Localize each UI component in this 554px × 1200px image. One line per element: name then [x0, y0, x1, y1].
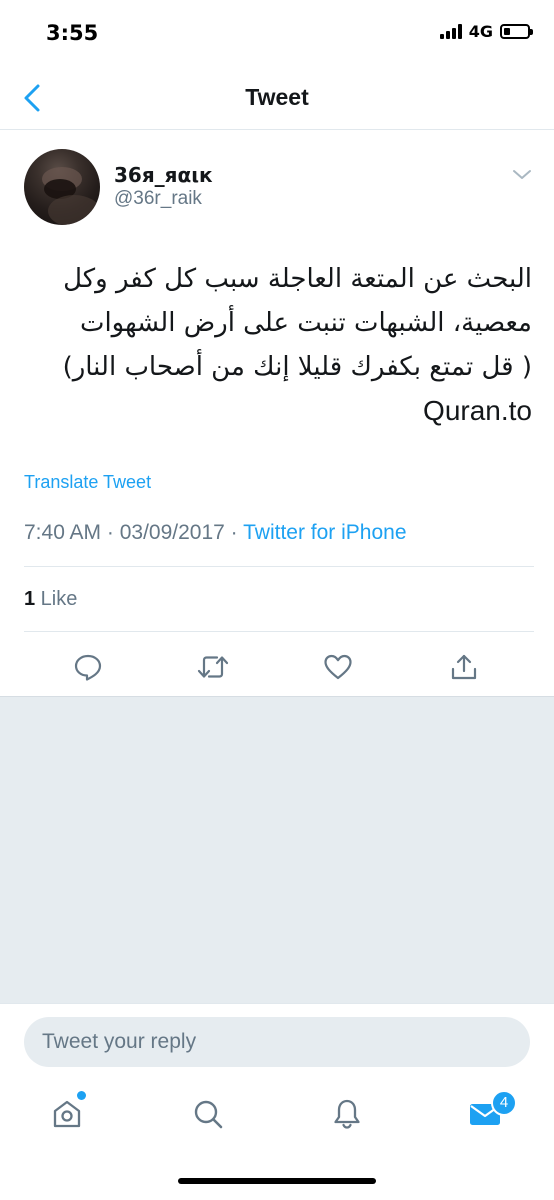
- divider: [24, 631, 534, 632]
- display-name[interactable]: 36я_яαιк: [114, 163, 213, 187]
- likes-count[interactable]: 1 Like: [24, 588, 77, 611]
- reply-icon: [74, 654, 102, 681]
- signal-icon: [439, 24, 462, 39]
- tweet-text-line: معصية، الشبهات تنبت على أرض الشهوات: [79, 308, 532, 338]
- share-icon: [451, 654, 477, 680]
- user-handle[interactable]: @36r_raik: [114, 188, 202, 210]
- page-title: Tweet: [245, 84, 309, 110]
- avatar[interactable]: [24, 149, 100, 225]
- home-icon: [53, 1100, 81, 1128]
- notifications-icon: [334, 1099, 360, 1129]
- tweet-text-line: البحث عن المتعة العاجلة سبب كل كفر وكل: [63, 264, 532, 294]
- tab-home[interactable]: [47, 1094, 87, 1134]
- tweet-timestamp: 7:40 AM · 03/09/2017 ·: [24, 521, 244, 544]
- tweet-source-link[interactable]: Twitter for iPhone: [243, 521, 406, 544]
- nav-bar: Tweet: [0, 70, 554, 130]
- tweet-detail: 36я_яαιк @36r_raik البحث عن المتعة العاج…: [0, 131, 554, 696]
- status-time: 3:55: [46, 21, 99, 45]
- reply-input[interactable]: Tweet your reply: [24, 1017, 530, 1067]
- avatar-image: [42, 167, 100, 225]
- search-icon: [194, 1100, 223, 1129]
- bottom-bar: Tweet your reply 4: [0, 1003, 554, 1200]
- reply-button[interactable]: [68, 647, 108, 687]
- battery-icon: [500, 24, 533, 39]
- tweet-text: البحث عن المتعة العاجلة سبب كل كفر وكل م…: [32, 257, 532, 433]
- chevron-down-icon[interactable]: [510, 167, 534, 183]
- like-button[interactable]: [318, 647, 358, 687]
- divider: [24, 566, 534, 567]
- home-notification-dot: [77, 1091, 86, 1100]
- share-button[interactable]: [444, 647, 484, 687]
- tweet-text-line: ( قل تمتع بكفرك قليلا إنك من أصحاب النار…: [62, 352, 532, 382]
- network-type: 4G: [468, 22, 493, 41]
- like-count-label: Like: [35, 588, 78, 610]
- status-bar: 3:55 4G: [0, 0, 554, 70]
- tweet-meta: 7:40 AM · 03/09/2017 · Twitter for iPhon…: [24, 521, 407, 545]
- tweet-actions: [0, 641, 554, 691]
- tab-search[interactable]: [188, 1094, 228, 1134]
- like-count-number: 1: [24, 588, 36, 610]
- tab-notifications[interactable]: [327, 1094, 367, 1134]
- translate-tweet-link[interactable]: Translate Tweet: [24, 472, 151, 493]
- retweet-button[interactable]: [193, 647, 233, 687]
- replies-area: [0, 696, 554, 1003]
- tweet-link[interactable]: Quran.to: [32, 389, 532, 433]
- home-indicator: [178, 1178, 376, 1184]
- retweet-icon: [197, 656, 229, 678]
- messages-badge: 4: [491, 1090, 517, 1116]
- status-indicators: 4G: [439, 22, 533, 41]
- like-icon: [324, 654, 352, 680]
